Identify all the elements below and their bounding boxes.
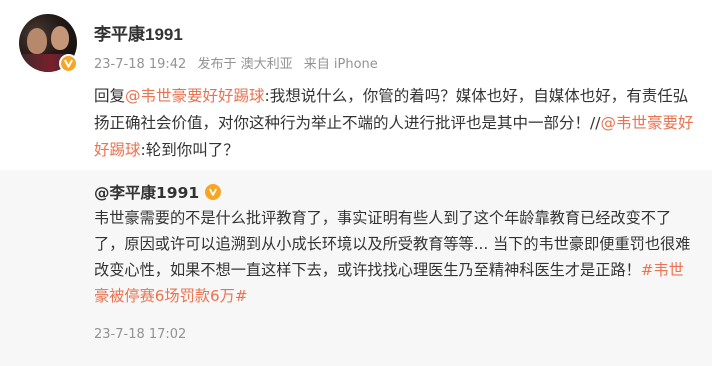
- post-text: :轮到你叫了？: [140, 141, 239, 159]
- repost-username[interactable]: @李平康1991: [94, 181, 199, 203]
- repost-username-row: @李平康1991: [94, 181, 222, 203]
- repost-time[interactable]: 23-7-18 17:02: [94, 327, 186, 342]
- post-source: 来自 iPhone: [303, 57, 378, 72]
- post-time[interactable]: 23-7-18 19:42: [94, 57, 186, 72]
- reply-prefix: 回复: [94, 87, 126, 105]
- post-content: 回复@韦世豪要好好踢球:我想说什么，你管的着吗？媒体也好，自媒体也好，有责任弘扬…: [94, 83, 694, 164]
- post-meta: 23-7-18 19:42 发布于 澳大利亚 来自 iPhone: [94, 53, 385, 72]
- post-location: 发布于 澳大利亚: [197, 57, 293, 72]
- post-username[interactable]: 李平康1991: [94, 20, 183, 45]
- weibo-post: 李平康1991 23-7-18 19:42 发布于 澳大利亚 来自 iPhone…: [0, 0, 712, 366]
- verified-badge-icon: [205, 184, 222, 200]
- mention-link[interactable]: @韦世豪要好好踢球: [125, 87, 265, 105]
- avatar[interactable]: [19, 14, 78, 73]
- repost-content: 韦世豪需要的不是什么批评教育了，事实证明有些人到了这个年龄靠教育已经改变不了了，…: [94, 205, 696, 309]
- verified-badge-icon: [59, 54, 78, 73]
- repost-text: 韦世豪需要的不是什么批评教育了，事实证明有些人到了这个年龄靠教育已经改变不了了，…: [94, 209, 691, 279]
